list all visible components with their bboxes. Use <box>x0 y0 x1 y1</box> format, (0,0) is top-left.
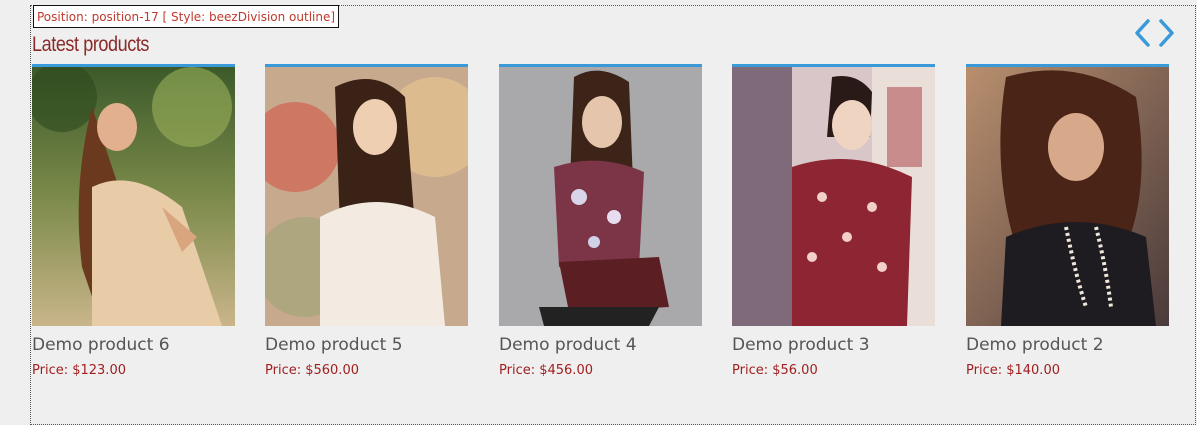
product-price: Price: $140.00 <box>966 363 1060 378</box>
product-name[interactable]: Demo product 2 <box>966 335 1169 355</box>
product-image[interactable] <box>265 64 468 326</box>
product-name[interactable]: Demo product 4 <box>499 335 702 355</box>
product-card: Demo product 5 Price: $560.00 <box>265 64 468 378</box>
product-price: Price: $56.00 <box>732 363 818 378</box>
product-image[interactable] <box>32 64 235 326</box>
position-label: Position: position-17 [ Style: beezDivis… <box>33 5 340 28</box>
product-price: Price: $456.00 <box>499 363 593 378</box>
product-image[interactable] <box>499 64 702 326</box>
product-card: Demo product 3 Price: $56.00 <box>732 64 935 378</box>
chevron-left-icon <box>1135 19 1150 47</box>
carousel-prev-button[interactable] <box>1133 18 1153 48</box>
product-price: Price: $560.00 <box>265 363 359 378</box>
product-name[interactable]: Demo product 6 <box>32 335 235 355</box>
module-position-17: Position: position-17 [ Style: beezDivis… <box>30 5 1196 425</box>
chevron-right-icon <box>1159 19 1174 47</box>
product-image[interactable] <box>732 64 935 326</box>
carousel-next-button[interactable] <box>1156 18 1176 48</box>
product-card: Demo product 4 Price: $456.00 <box>499 64 702 378</box>
product-card: Demo product 6 Price: $123.00 <box>32 64 235 378</box>
product-price: Price: $123.00 <box>32 363 126 378</box>
product-name[interactable]: Demo product 5 <box>265 335 468 355</box>
module-title: Latest products <box>32 33 150 56</box>
product-name[interactable]: Demo product 3 <box>732 335 935 355</box>
product-image[interactable] <box>966 64 1169 326</box>
product-card: Demo product 2 Price: $140.00 <box>966 64 1169 378</box>
